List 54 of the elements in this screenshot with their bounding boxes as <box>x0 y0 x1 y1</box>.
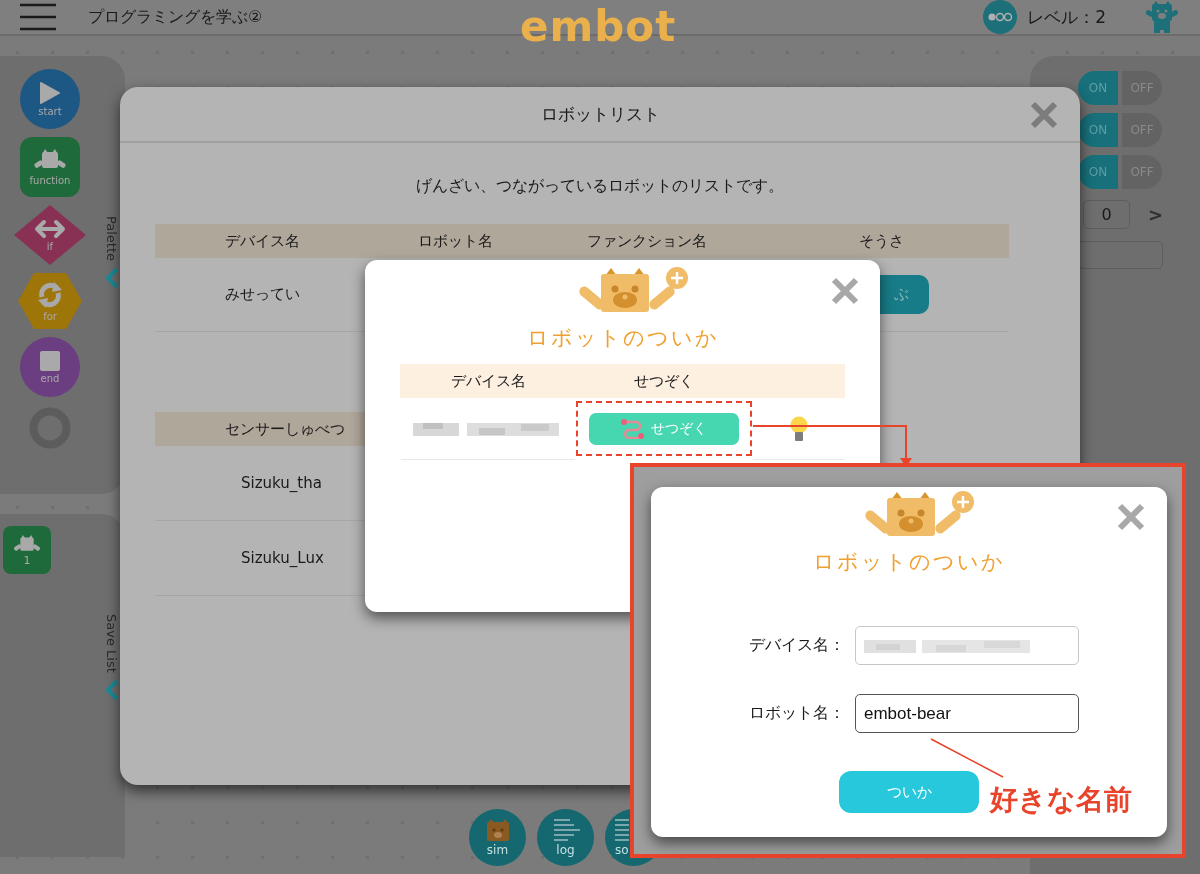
sim-button[interactable]: sim <box>469 809 526 866</box>
connect-icon <box>621 418 645 439</box>
on-option[interactable]: ON <box>1078 71 1118 105</box>
saved-program[interactable]: 1 <box>3 526 51 574</box>
close-icon[interactable] <box>831 277 859 305</box>
field-label: デバイス名： <box>748 635 845 656</box>
next-button[interactable]: > <box>1148 204 1164 225</box>
annotation-text: 好きな名前 <box>990 782 1132 818</box>
double-arrow-icon <box>34 218 66 239</box>
chevron-icon[interactable] <box>104 678 119 701</box>
panel-label[interactable]: Save List <box>104 614 119 673</box>
page-title: プログラミングを学ぶ② <box>88 6 263 28</box>
input-field[interactable]: embot-bear <box>855 694 1079 733</box>
dialog-subtitle: げんざい、つながっているロボットのリストです。 <box>415 176 785 197</box>
table-cell: Sizuku_tha <box>241 474 322 492</box>
field-label: ロボット名： <box>748 703 845 724</box>
input-field[interactable] <box>855 626 1079 665</box>
end-block[interactable]: end <box>20 337 80 397</box>
on-option[interactable]: ON <box>1078 155 1118 189</box>
add-button[interactable]: ついか <box>839 771 979 813</box>
dialog-title: ロボットのついか <box>813 549 1005 576</box>
panel-label[interactable]: Palette <box>104 216 119 262</box>
if-block[interactable]: if <box>14 205 86 265</box>
number-field[interactable]: 0 <box>1083 200 1130 229</box>
dots-icon[interactable] <box>983 0 1018 34</box>
robot-icon[interactable] <box>1144 1 1180 33</box>
level-label: レベル：2 <box>1027 5 1106 29</box>
dialog-title: ロボットリスト <box>540 102 660 126</box>
connect-button[interactable]: せつぞく <box>589 412 739 445</box>
log-button[interactable]: log <box>537 809 594 866</box>
column-header: そうさ <box>753 224 1009 258</box>
on-option[interactable]: ON <box>1078 113 1118 147</box>
bear-icon <box>485 818 510 841</box>
column-header: せつぞく <box>576 364 752 398</box>
column-header: ファンクション名 <box>541 224 753 258</box>
play-icon <box>40 81 60 104</box>
close-icon[interactable] <box>1030 101 1058 129</box>
dialog-title: ロボットのついか <box>526 325 719 352</box>
stop-icon <box>40 350 60 371</box>
start-block[interactable]: start <box>20 69 80 129</box>
close-icon[interactable] <box>1117 503 1145 531</box>
lines-icon <box>551 818 580 841</box>
column-header: デバイス名 <box>400 364 576 398</box>
logo: embot <box>520 2 677 51</box>
column-header: ロボット名 <box>369 224 541 258</box>
for-block[interactable]: for <box>18 273 82 329</box>
chevron-icon[interactable] <box>104 267 119 290</box>
function-block[interactable]: function <box>20 137 80 197</box>
loop-icon <box>36 280 64 309</box>
column-header: デバイス名 <box>155 224 369 258</box>
table-cell: Sizuku_Lux <box>241 549 324 567</box>
menu-icon[interactable] <box>20 3 56 31</box>
lightbulb-icon[interactable] <box>789 415 808 442</box>
lines-icon <box>615 818 629 841</box>
